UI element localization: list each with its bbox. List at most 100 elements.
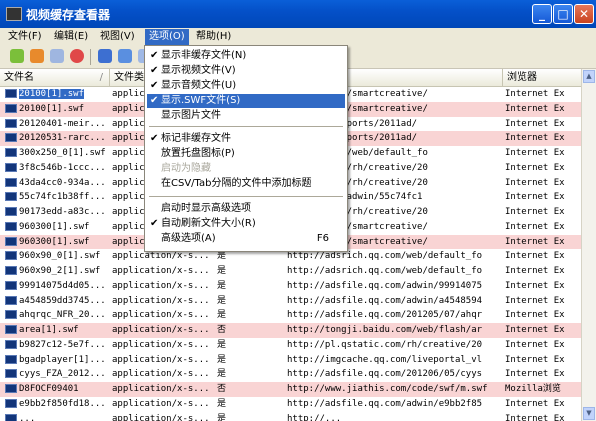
- table-row[interactable]: ... application/x-s... 是 http://... Internet…: [0, 412, 582, 421]
- options-menu-item[interactable]: 高级选项(A) F6: [147, 232, 345, 246]
- menu-file[interactable]: 文件(F): [4, 29, 46, 45]
- save-icon[interactable]: [98, 49, 112, 63]
- options-menu-item[interactable]: 启动时显示高级选项: [147, 202, 345, 216]
- cell-text: 960300[1].swf: [19, 236, 90, 247]
- cell-name: 43da4cc0-934a...: [0, 176, 110, 191]
- table-row[interactable]: ahqrqc_NFR_20... application/x-s... 是 http:…: [0, 308, 582, 323]
- cell-text: Mozilla浏览: [505, 384, 561, 394]
- menu-item-label: 标记非缓存文件: [161, 133, 231, 144]
- cell-text: application/x-s...: [112, 413, 210, 421]
- menu-item-label: 在CSV/Tab分隔的文件中添加标题: [161, 178, 312, 189]
- cell-text: Internet Ex: [505, 133, 565, 144]
- cell-name: 90173edd-a83c...: [0, 205, 110, 220]
- cell-url: http://adsfile.qq.com/201205/07/ahqr: [287, 308, 503, 323]
- cell-cache: 是: [217, 338, 285, 353]
- options-menu-item[interactable]: ✔ 显示视频文件(V): [147, 64, 345, 78]
- menu-options[interactable]: 选项(O): [145, 29, 189, 45]
- options-menu-item[interactable]: ✔ 自动刷新文件大小(R): [147, 217, 345, 231]
- flash-file-icon: [5, 103, 17, 113]
- cell-text: application/x-s...: [112, 369, 210, 380]
- cell-name: 20120531-rarc...: [0, 131, 110, 146]
- cell-name: area[1].swf: [0, 323, 110, 338]
- cell-url: http://adsfile.qq.com/adwin/a4548594: [287, 294, 503, 309]
- menu-item-label: 启动为隐藏: [161, 163, 211, 174]
- table-row[interactable]: 99914075d4d05... application/x-s... 是 http:…: [0, 279, 582, 294]
- flash-file-icon: [5, 89, 17, 98]
- menu-edit[interactable]: 编辑(E): [50, 29, 92, 45]
- cell-browser: Internet Ex: [505, 131, 582, 146]
- table-row[interactable]: bgadplayer[1]... application/x-s... 是 http:…: [0, 353, 582, 368]
- cell-name: 960x90_0[1].swf: [0, 249, 110, 264]
- check-icon: ✔: [150, 218, 159, 229]
- copy-icon[interactable]: [50, 49, 64, 63]
- cell-text: 960x90_0[1].swf: [19, 251, 101, 262]
- menu-help[interactable]: 帮助(H): [192, 29, 235, 45]
- column-filename[interactable]: 文件名 /: [0, 69, 110, 86]
- cell-text: 20100[1].swf: [19, 103, 85, 114]
- cell-name: ahqrqc_NFR_20...: [0, 308, 110, 323]
- options-menu-item[interactable]: 显示图片文件: [147, 109, 345, 123]
- cell-name: a454859dd3745...: [0, 294, 110, 309]
- cell-browser: Mozilla浏览: [505, 382, 582, 397]
- cell-text: Internet Ex: [505, 207, 565, 217]
- cell-browser: Internet Ex: [505, 146, 582, 161]
- cell-name: cyys_FZA_2012...: [0, 367, 110, 382]
- minimize-button[interactable]: _: [532, 4, 552, 24]
- options-menu-item[interactable]: 在CSV/Tab分隔的文件中添加标题: [147, 177, 345, 191]
- table-row[interactable]: b9827c12-5e7f... application/x-s... 是 http:…: [0, 338, 582, 353]
- table-row[interactable]: cyys_FZA_2012... application/x-s... 是 http:…: [0, 367, 582, 382]
- close-button[interactable]: ✕: [574, 4, 594, 24]
- cell-text: Internet Ex: [505, 398, 565, 409]
- table-row[interactable]: 960x90_2[1].swf application/x-s... 是 http:/…: [0, 264, 582, 279]
- options-menu-item[interactable]: ✔ 显示非缓存文件(N): [147, 49, 345, 63]
- menu-view[interactable]: 视图(V): [96, 29, 139, 45]
- options-menu-item[interactable]: 放置托盘图标(P): [147, 147, 345, 161]
- cell-text: http://www.jiathis.com/code/swf/m.swf: [287, 384, 488, 394]
- cell-text: Internet Ex: [505, 192, 565, 203]
- cell-browser: Internet Ex: [505, 338, 582, 353]
- table-row[interactable]: a454859dd3745... application/x-s... 是 http:…: [0, 294, 582, 309]
- maximize-button[interactable]: □: [553, 4, 573, 24]
- folder-icon[interactable]: [30, 49, 44, 63]
- menu-item-label: 显示图片文件: [161, 110, 221, 121]
- table-row[interactable]: e9bb2f850fd18... application/x-s... 是 http:…: [0, 397, 582, 412]
- cell-text: http://adsfile.qq.com/adwin/e9bb2f85: [287, 398, 483, 409]
- flash-file-icon: [5, 118, 17, 128]
- check-icon: ✔: [150, 65, 159, 76]
- sort-arrow-icon: /: [99, 72, 103, 83]
- cell-name: ...: [0, 412, 110, 421]
- cell-text: application/x-s...: [112, 339, 210, 350]
- options-menu-item[interactable]: ✔ 标记非缓存文件: [147, 132, 345, 146]
- cell-type: application/x-s...: [112, 264, 215, 279]
- flash-file-icon: [5, 207, 17, 216]
- vertical-scrollbar[interactable]: ▲ ▼: [581, 69, 596, 421]
- options-menu-item[interactable]: ✔ 显示.SWF文件(S): [147, 94, 345, 108]
- cell-cache: 是: [217, 412, 285, 421]
- cell-browser: Internet Ex: [505, 102, 582, 117]
- cell-text: Internet Ex: [505, 177, 565, 188]
- scroll-up-icon[interactable]: ▲: [583, 70, 595, 83]
- menu-separator: [149, 126, 343, 127]
- cell-cache: 是: [217, 308, 285, 323]
- scroll-down-icon[interactable]: ▼: [583, 407, 595, 420]
- play-icon[interactable]: [10, 49, 24, 63]
- refresh-icon[interactable]: [118, 49, 132, 63]
- cell-text: application/x-s...: [112, 266, 210, 276]
- table-row[interactable]: area[1].swf application/x-s... 否 http://ton…: [0, 323, 582, 338]
- cell-text: 是: [217, 398, 227, 409]
- cell-cache: 是: [217, 294, 285, 309]
- column-browser[interactable]: 浏览器: [503, 69, 582, 86]
- cell-name: 20120401-meir...: [0, 117, 110, 132]
- stop-icon[interactable]: [70, 49, 84, 63]
- cell-cache: 是: [217, 353, 285, 368]
- cell-text: 20120401-meir...: [19, 118, 106, 129]
- table-row[interactable]: D8FOCF09401 application/x-s... 否 http://www…: [0, 382, 582, 397]
- flash-file-icon: [5, 295, 17, 305]
- cell-text: application/x-s...: [112, 398, 210, 409]
- cell-url: http://imgcache.qq.com/liveportal_vl: [287, 353, 503, 368]
- options-menu-item[interactable]: ✔ 显示音频文件(U): [147, 79, 345, 93]
- cell-cache: 否: [217, 382, 285, 397]
- cell-text: area[1].swf: [19, 325, 79, 335]
- cell-text: application/x-s...: [112, 354, 210, 365]
- cell-type: application/x-s...: [112, 279, 215, 294]
